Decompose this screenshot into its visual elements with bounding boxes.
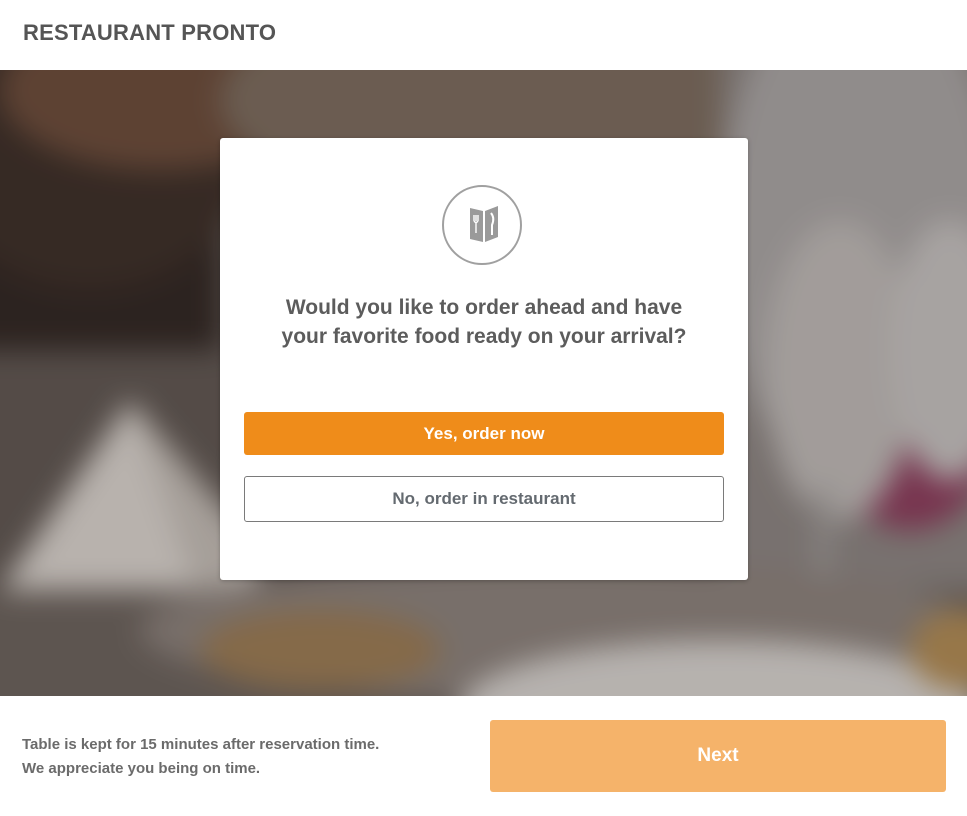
order-ahead-dialog: Would you like to order ahead and have y…: [220, 138, 748, 580]
footer-bar: Table is kept for 15 minutes after reser…: [0, 696, 967, 816]
brand-title: RESTAURANT PRONTO: [23, 20, 277, 45]
reservation-note: Table is kept for 15 minutes after reser…: [22, 733, 379, 781]
order-ahead-question: Would you like to order ahead and have y…: [250, 293, 718, 351]
yes-order-now-button[interactable]: Yes, order now: [244, 412, 724, 455]
menu-book-glyph: [470, 206, 498, 242]
next-button[interactable]: Next: [490, 720, 946, 792]
question-line-1: Would you like to order ahead and have: [285, 296, 683, 319]
reservation-note-line-2: We appreciate you being on time.: [22, 760, 261, 777]
question-line-2: your favorite food ready on your arrival…: [281, 325, 687, 348]
menu-book-icon: [442, 185, 522, 265]
no-order-in-restaurant-button[interactable]: No, order in restaurant: [244, 476, 724, 522]
reservation-note-line-1: Table is kept for 15 minutes after reser…: [22, 736, 380, 753]
app-header: RESTAURANT PRONTO: [0, 0, 967, 70]
